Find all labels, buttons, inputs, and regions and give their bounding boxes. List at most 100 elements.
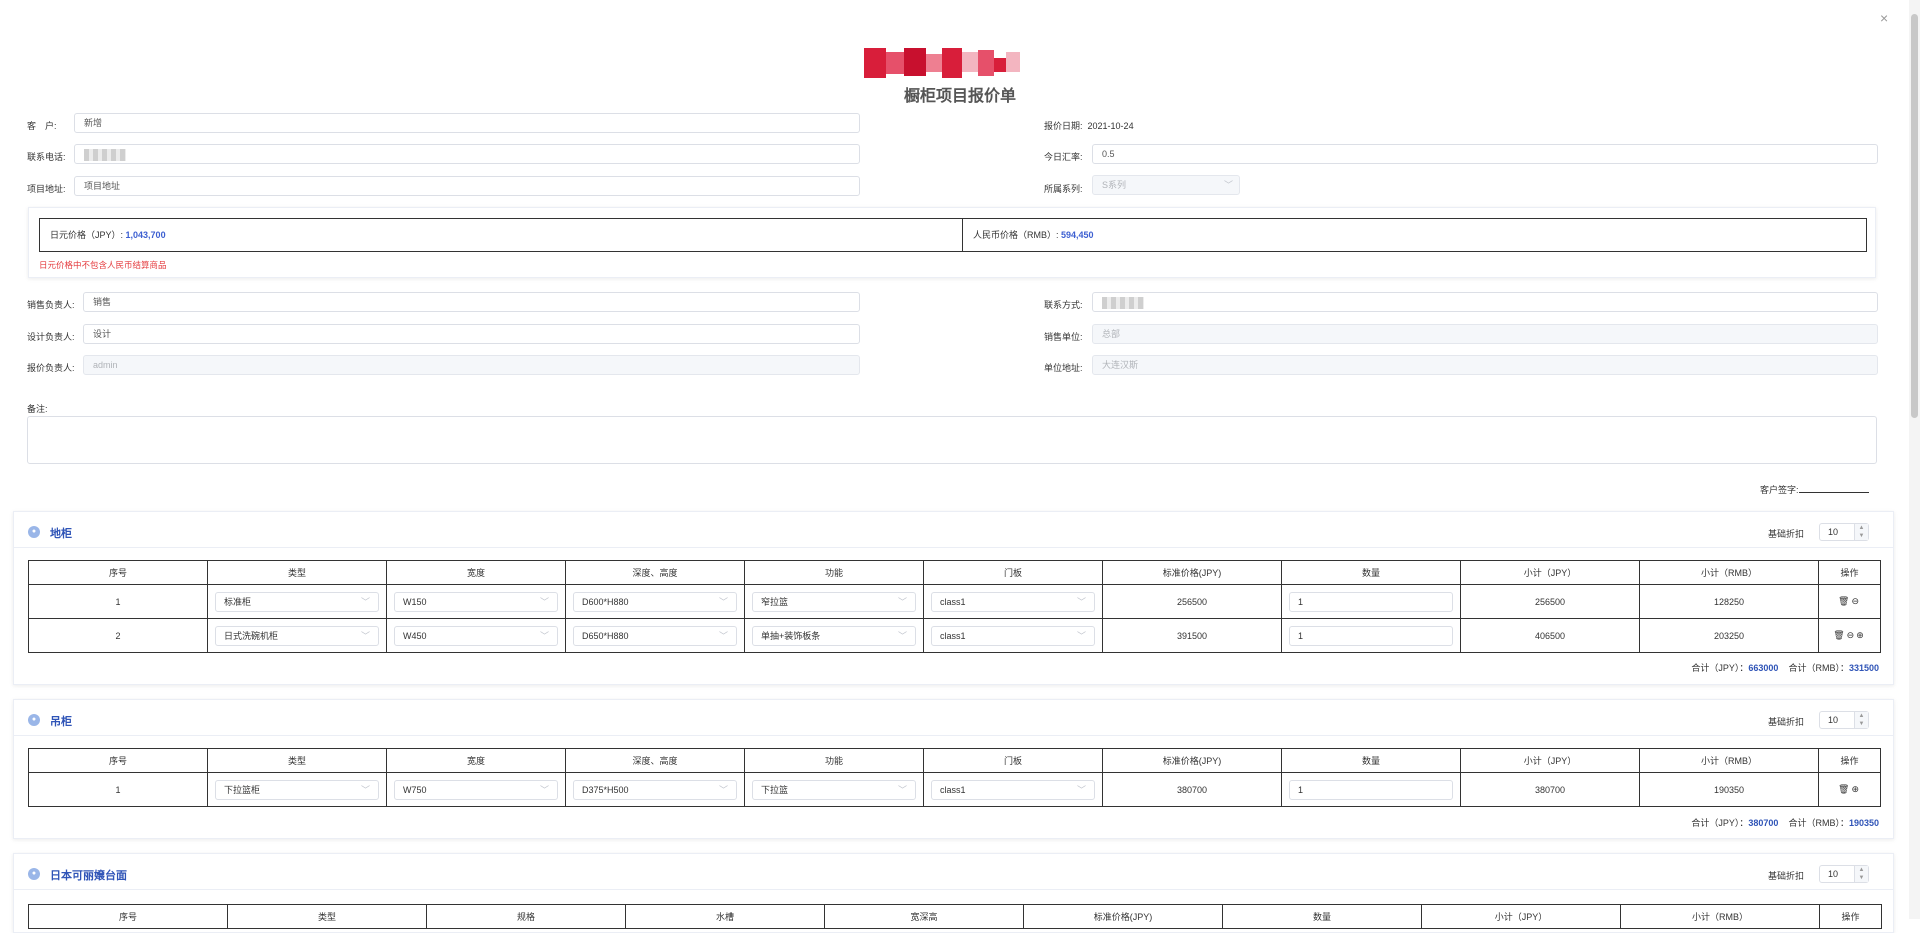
subtotal-jpy: 406500 (1460, 618, 1640, 653)
customer-input[interactable]: 新增 (74, 113, 860, 133)
stepper-arrows-icon[interactable]: ▲ ▼ (1854, 866, 1868, 882)
stepper-arrows-icon[interactable]: ▲ ▼ (1854, 524, 1868, 540)
type-select[interactable]: 下拉篮柜 ﹀ (215, 779, 379, 800)
door-select[interactable]: class1 ﹀ (931, 591, 1095, 612)
chevron-down-icon: ﹀ (1076, 596, 1086, 607)
function-select[interactable]: 窄拉篮 ﹀ (752, 591, 916, 612)
chevron-down-icon: ﹀ (1076, 630, 1086, 641)
unit-input[interactable]: 总部 (1092, 324, 1878, 344)
remark-label: 备注: (27, 404, 48, 414)
stepper-arrows-icon[interactable]: ▲ ▼ (1854, 712, 1868, 728)
discount-stepper[interactable]: 10 ▲ ▼ (1819, 523, 1869, 541)
section-title: 地柜 (50, 528, 72, 540)
company-logo (864, 48, 1064, 82)
series-label: 所属系列: (1044, 184, 1083, 194)
door-select[interactable]: class1 ﹀ (931, 779, 1095, 800)
chevron-down-icon: ﹀ (539, 630, 549, 641)
row-actions: 🗑⊕ (1818, 772, 1881, 807)
cabinet-icon: ● (28, 868, 40, 880)
rate-input[interactable]: 0.5 (1092, 144, 1878, 164)
redacted-phone (84, 148, 126, 161)
table-header-row: 序号 类型 宽度 深度、高度 功能 门板 标准价格(JPY) 数量 小计（JPY… (28, 560, 1881, 585)
chevron-down-icon: ﹀ (718, 596, 728, 607)
vertical-scrollbar[interactable] (1909, 0, 1920, 919)
col-header: 标准价格(JPY) (1102, 560, 1282, 585)
type-select[interactable]: 日式洗碗机柜 ﹀ (215, 625, 379, 646)
row-no: 2 (28, 618, 208, 653)
base-cabinet-table: 序号 类型 宽度 深度、高度 功能 门板 标准价格(JPY) 数量 小计（JPY… (28, 560, 1881, 653)
unit-address-input[interactable]: 大连汉斯 (1092, 355, 1878, 375)
chevron-down-icon: ﹀ (718, 784, 728, 795)
col-header: 深度、高度 (565, 560, 745, 585)
address-input[interactable]: 项目地址 (74, 176, 860, 196)
type-select[interactable]: 标准柜 ﹀ (215, 591, 379, 612)
subtotal-rmb: 128250 (1639, 584, 1819, 619)
chevron-down-icon: ﹀ (897, 784, 907, 795)
phone-input[interactable] (74, 144, 860, 164)
plus-circle-icon[interactable]: ⊕ (1851, 784, 1861, 794)
col-header: 小计（JPY） (1460, 560, 1640, 585)
width-select[interactable]: W150 ﹀ (394, 591, 558, 612)
subtotal-rmb: 190350 (1639, 772, 1819, 807)
quote-date-label: 报价日期: 2021-10-24 (1044, 121, 1134, 131)
door-select[interactable]: class1 ﹀ (931, 625, 1095, 646)
row-no: 1 (28, 772, 208, 807)
trash-icon[interactable]: 🗑 (1838, 596, 1851, 606)
chevron-down-icon: ﹀ (539, 784, 549, 795)
trash-icon[interactable]: 🗑 (1833, 630, 1846, 640)
col-header: 数量 (1281, 560, 1461, 585)
quote-owner-input[interactable]: admin (83, 355, 860, 375)
qty-input[interactable]: 1 (1289, 779, 1453, 800)
trash-icon[interactable]: 🗑 (1838, 784, 1851, 794)
col-header: 小计（JPY） (1460, 748, 1640, 773)
remark-textarea[interactable] (27, 416, 1877, 464)
table-row: 1 下拉篮柜 ﹀ W750 ﹀ D375*H500 ﹀ 下拉篮 ﹀ class1 ﹀ 38… (28, 772, 1881, 807)
cabinet-icon: ● (28, 714, 40, 726)
scrollbar-thumb[interactable] (1911, 14, 1918, 418)
col-header: 宽度 (386, 560, 566, 585)
series-select[interactable]: S系列 ﹀ (1092, 175, 1240, 195)
price-summary-card: 日元价格（JPY）: 1,043,700 人民币价格（RMB）: 594,450… (28, 207, 1876, 278)
close-icon[interactable]: × (1880, 10, 1888, 26)
col-header: 序号 (28, 560, 208, 585)
section-totals: 合计（JPY）：380700 合计（RMB）：190350 (1691, 818, 1879, 828)
total-rmb: 331500 (1848, 663, 1879, 673)
qty-input[interactable]: 1 (1289, 625, 1453, 646)
table-row: 1 标准柜 ﹀ W150 ﹀ D600*H880 ﹀ 窄拉篮 ﹀ class1 ﹀ 256… (28, 584, 1881, 619)
section-wall-cabinet: ● 吊柜 基础折扣 10 ▲ ▼ 序号 类型 宽度 深度、高度 功能 门板 标准价格… (13, 699, 1894, 839)
sales-input[interactable]: 销售 (83, 292, 860, 312)
minus-circle-icon[interactable]: ⊖ (1847, 630, 1857, 640)
col-header: 功能 (744, 560, 924, 585)
section-header: ● 地柜 基础折扣 10 ▲ ▼ (14, 512, 1893, 548)
col-header: 功能 (744, 748, 924, 773)
section-totals: 合计（JPY）：663000 合计（RMB）：331500 (1691, 663, 1879, 673)
table-header-row: 序号 类型 规格 水槽 宽深高 标准价格(JPY) 数量 小计（JPY） 小计（… (28, 904, 1882, 929)
minus-circle-icon[interactable]: ⊖ (1851, 596, 1861, 606)
redacted-contact (1102, 296, 1144, 309)
col-header: 门板 (923, 560, 1103, 585)
depth-select[interactable]: D375*H500 ﹀ (573, 779, 737, 800)
customer-label: 客 户: (27, 121, 57, 131)
discount-stepper[interactable]: 10 ▲ ▼ (1819, 711, 1869, 729)
total-jpy: 380700 (1748, 818, 1779, 828)
contact-label: 联系方式: (1044, 300, 1083, 310)
col-header: 标准价格(JPY) (1102, 748, 1282, 773)
address-label: 项目地址: (27, 184, 66, 194)
contact-input[interactable] (1092, 292, 1878, 312)
subtotal-rmb: 203250 (1639, 618, 1819, 653)
col-header: 操作 (1818, 748, 1881, 773)
width-select[interactable]: W450 ﹀ (394, 625, 558, 646)
depth-select[interactable]: D650*H880 ﹀ (573, 625, 737, 646)
quote-date-value: 2021-10-24 (1087, 121, 1134, 131)
width-select[interactable]: W750 ﹀ (394, 779, 558, 800)
depth-select[interactable]: D600*H880 ﹀ (573, 591, 737, 612)
design-label: 设计负责人: (27, 332, 75, 342)
discount-stepper[interactable]: 10 ▲ ▼ (1819, 865, 1869, 883)
col-header: 宽深高 (824, 904, 1024, 929)
col-header: 宽度 (386, 748, 566, 773)
function-select[interactable]: 单抽+装饰板条 ﹀ (752, 625, 916, 646)
plus-circle-icon[interactable]: ⊕ (1856, 630, 1866, 640)
design-input[interactable]: 设计 (83, 324, 860, 344)
function-select[interactable]: 下拉篮 ﹀ (752, 779, 916, 800)
qty-input[interactable]: 1 (1289, 591, 1453, 612)
